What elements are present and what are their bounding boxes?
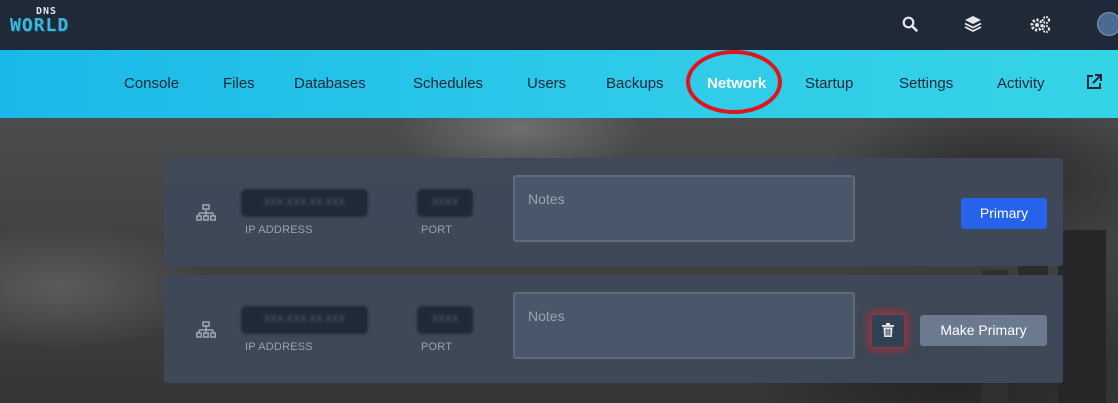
delete-allocation-button[interactable] bbox=[872, 315, 904, 347]
logo[interactable]: DNS WORLD bbox=[10, 6, 98, 38]
server-nav: Console Files Databases Schedules Users … bbox=[0, 50, 1118, 118]
allocation-row: XXX.XXX.XX.XXX IP ADDRESS XXXX PORT Note… bbox=[164, 275, 1063, 383]
network-icon bbox=[196, 321, 217, 339]
nav-databases[interactable]: Databases bbox=[294, 50, 366, 118]
nav-files[interactable]: Files bbox=[223, 50, 255, 118]
nav-network[interactable]: Network bbox=[707, 50, 766, 118]
logo-big-text: WORLD bbox=[10, 15, 70, 36]
port-label: PORT bbox=[421, 224, 453, 236]
external-link-icon[interactable] bbox=[1086, 74, 1106, 94]
search-icon[interactable] bbox=[898, 12, 922, 36]
ip-address-label: IP ADDRESS bbox=[245, 224, 313, 236]
nav-settings[interactable]: Settings bbox=[899, 50, 953, 118]
avatar[interactable] bbox=[1097, 12, 1118, 36]
cogs-icon[interactable] bbox=[1028, 12, 1052, 36]
primary-badge: Primary bbox=[961, 198, 1047, 229]
ip-address-value[interactable]: XXX.XXX.XX.XXX bbox=[241, 189, 368, 217]
make-primary-button[interactable]: Make Primary bbox=[920, 315, 1047, 346]
nav-console[interactable]: Console bbox=[124, 50, 179, 118]
network-icon bbox=[196, 204, 217, 222]
top-bar: DNS WORLD bbox=[0, 0, 1118, 50]
background-building bbox=[1058, 230, 1106, 403]
nav-backups[interactable]: Backups bbox=[606, 50, 664, 118]
trash-icon bbox=[882, 322, 894, 341]
nav-activity[interactable]: Activity bbox=[997, 50, 1045, 118]
nav-schedules[interactable]: Schedules bbox=[413, 50, 483, 118]
notes-input[interactable]: Notes bbox=[513, 292, 855, 359]
layers-icon[interactable] bbox=[961, 12, 985, 36]
notes-input[interactable]: Notes bbox=[513, 175, 855, 242]
allocation-row: XXX.XXX.XX.XXX IP ADDRESS XXXX PORT Note… bbox=[164, 158, 1063, 266]
ip-address-label: IP ADDRESS bbox=[245, 341, 313, 353]
port-value[interactable]: XXXX bbox=[417, 189, 473, 217]
ip-address-value[interactable]: XXX.XXX.XX.XXX bbox=[241, 306, 368, 334]
port-value[interactable]: XXXX bbox=[417, 306, 473, 334]
nav-startup[interactable]: Startup bbox=[805, 50, 853, 118]
port-label: PORT bbox=[421, 341, 453, 353]
nav-users[interactable]: Users bbox=[527, 50, 566, 118]
